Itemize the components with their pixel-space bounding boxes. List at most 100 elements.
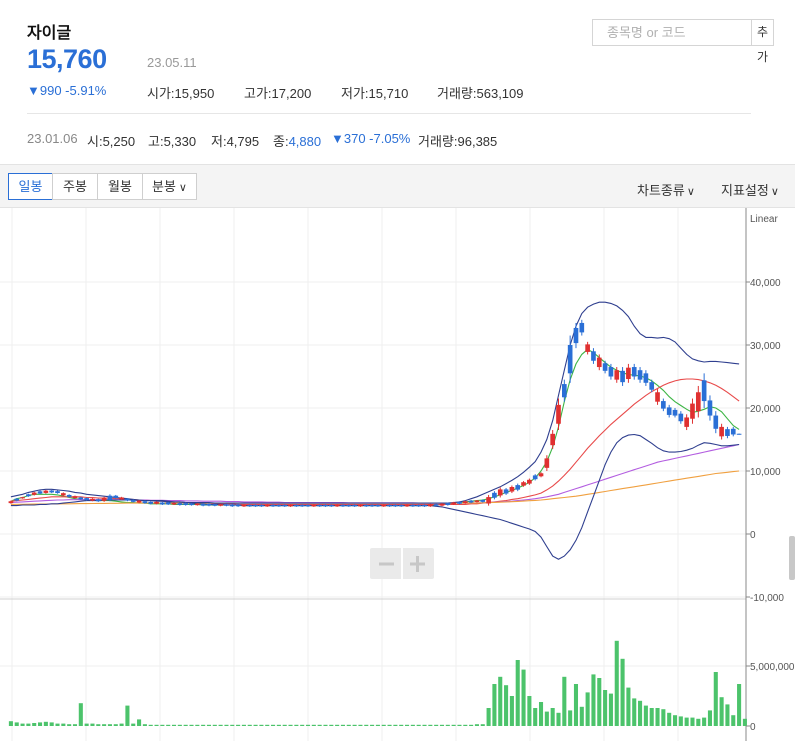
volume-bar — [271, 724, 276, 726]
y-tick-label: 40,000 — [750, 278, 781, 289]
candle-body — [661, 401, 666, 409]
volume-bar — [410, 724, 415, 726]
candle-body — [160, 502, 165, 505]
candle-body — [538, 473, 544, 477]
volume-bar — [137, 719, 142, 726]
candle-body — [509, 487, 515, 492]
stock-chart[interactable]: 40,000 30,000 20,000 10,000 0 -10,000 5,000,00… — [0, 208, 795, 741]
volume-bar — [14, 722, 19, 726]
volume-bar — [352, 724, 357, 726]
candle-body — [305, 504, 311, 507]
volume-bar — [538, 702, 544, 726]
volume-bar — [568, 710, 573, 726]
volume-bar — [416, 724, 421, 726]
volume-bar — [597, 678, 602, 726]
candle-body — [346, 504, 352, 507]
candle-body — [492, 492, 497, 498]
open-stat: 시가:15,950 — [147, 83, 214, 102]
zoom-in-button[interactable] — [402, 548, 434, 579]
chevron-down-icon: ∨ — [178, 182, 187, 194]
volume-bar — [358, 724, 363, 726]
candle-body — [393, 504, 398, 507]
hover-high: 고:5,330 — [148, 131, 196, 150]
volume-bar — [509, 696, 514, 726]
candle-body — [119, 497, 124, 500]
candle-body — [678, 413, 684, 422]
volume-bar — [113, 724, 118, 726]
indicator-menu[interactable]: 지표설정 ∨ — [721, 180, 779, 199]
candle-body — [579, 322, 585, 333]
tab-weekly[interactable]: 주봉 — [52, 173, 98, 200]
volume-bar — [335, 724, 340, 726]
volume-bar — [480, 724, 485, 726]
volume-bar — [667, 712, 672, 726]
candle-body — [521, 482, 526, 486]
volume-bar — [445, 724, 450, 726]
tab-monthly[interactable]: 월봉 — [97, 173, 143, 200]
hover-volume: 거래량:96,385 — [418, 131, 497, 150]
candle-body — [620, 370, 625, 383]
candle-body — [49, 490, 55, 493]
volume-bar — [696, 718, 701, 726]
hover-date: 23.01.06 — [27, 131, 78, 146]
volume-value: 563,109 — [476, 86, 524, 101]
volume-bar — [405, 724, 410, 726]
volume-bar — [61, 723, 66, 726]
candle-body — [544, 458, 550, 468]
volume-bar — [323, 724, 328, 726]
volume-bar — [678, 716, 683, 726]
candle-body — [189, 503, 194, 506]
candle-body — [527, 479, 532, 484]
volume-bar — [428, 724, 433, 726]
add-button[interactable]: 추가 — [751, 20, 773, 64]
candle-body — [690, 403, 695, 419]
low-label: 저가: — [341, 86, 369, 101]
candle-body — [26, 494, 31, 497]
candle-body — [323, 504, 328, 507]
tab-minute[interactable]: 분봉 ∨ — [142, 173, 197, 200]
volume-bar — [731, 715, 736, 726]
candle-body — [573, 327, 579, 344]
candle-body — [596, 357, 602, 368]
volume-bar — [311, 724, 316, 726]
hover-high-label: 고: — [148, 134, 164, 149]
hover-open-label: 시: — [87, 134, 103, 149]
volume-bar — [142, 724, 147, 726]
tab-daily[interactable]: 일봉 — [8, 173, 53, 200]
volume-bar — [154, 724, 159, 726]
candle-body — [631, 367, 637, 377]
volume-bar — [43, 721, 48, 726]
scrollbar-thumb[interactable] — [789, 536, 795, 580]
volume-tick-label: 5,000,000 — [750, 662, 795, 673]
indicator-label: 지표설정 — [721, 183, 769, 198]
open-label: 시가: — [147, 86, 175, 101]
candle-body — [550, 433, 556, 446]
volume-bar — [504, 685, 509, 726]
zoom-out-button[interactable] — [370, 548, 402, 579]
chart-type-menu[interactable]: 차트종류 ∨ — [637, 180, 695, 199]
hover-change: ▼370 -7.05% — [331, 131, 411, 146]
volume-bar — [556, 712, 561, 726]
candle-body — [282, 504, 288, 507]
volume-bar — [643, 705, 648, 726]
volume-bar — [638, 700, 643, 726]
candle-body — [451, 502, 456, 505]
high-stat: 고가:17,200 — [244, 83, 311, 102]
volume-bar — [38, 722, 43, 726]
candle-body — [8, 501, 14, 504]
volume-bar — [241, 724, 246, 726]
volume-bar — [90, 723, 95, 726]
volume-bar — [498, 676, 503, 726]
volume-bar — [276, 724, 281, 726]
volume-bar — [189, 724, 194, 726]
volume-bar — [661, 709, 666, 726]
volume-bar — [166, 724, 171, 726]
candle-body — [707, 400, 713, 416]
search-input[interactable] — [593, 20, 751, 45]
volume-bar — [573, 684, 579, 726]
zoom-control — [370, 548, 434, 579]
candle-body — [428, 504, 433, 507]
hover-low-value: 4,795 — [226, 134, 260, 149]
stock-search: 추가 — [592, 19, 774, 64]
volume-bar — [294, 724, 299, 726]
